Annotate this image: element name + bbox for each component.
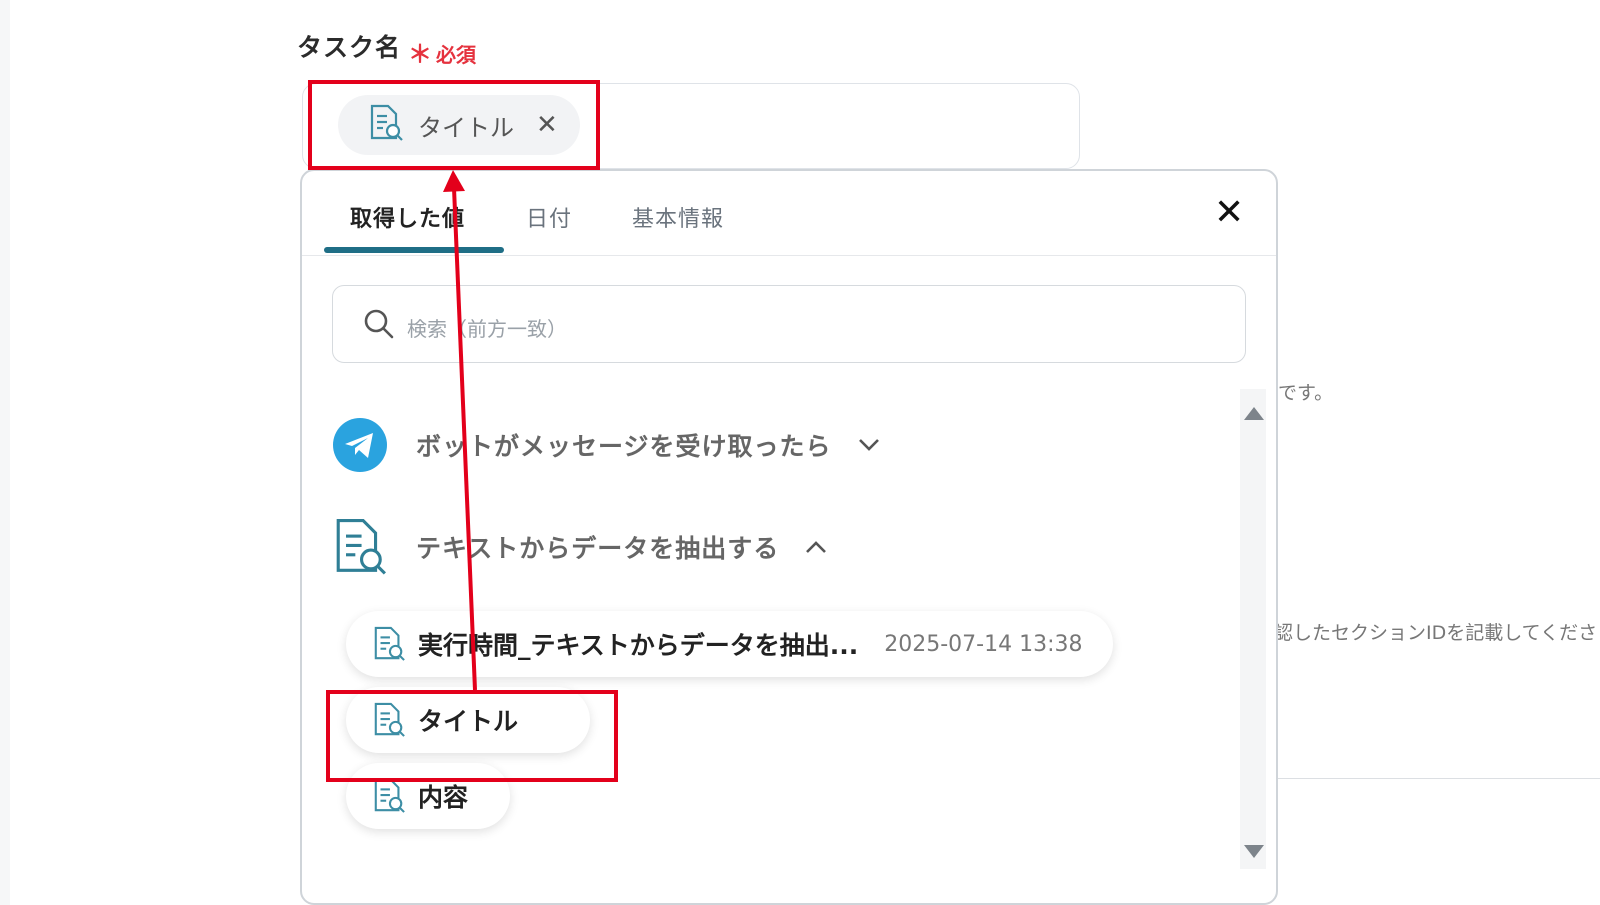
annotation-arrow — [443, 170, 477, 691]
